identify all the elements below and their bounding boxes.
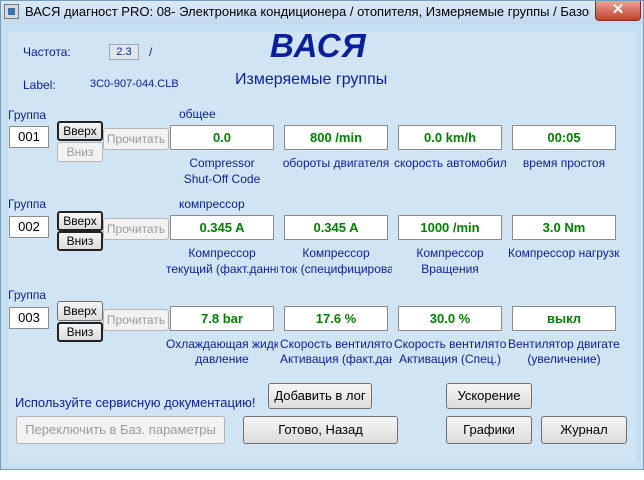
group-2-label: Группа [8,197,47,211]
group-3-read-button[interactable]: Прочитать [103,309,169,331]
group-2-read-button[interactable]: Прочитать [103,218,169,240]
group-1-value-2: 800 /min [284,125,388,150]
service-doc-notice: Используйте сервисную документацию! [15,395,256,410]
frequency-value: 2.3 [109,44,139,60]
group-3-caption-2b: Активация (факт.данные) [280,352,392,366]
group-3-caption-3a: Скорость вентилятора радиатора [394,337,506,351]
group-2-caption-4a: Компрессор нагрузка [508,246,620,260]
group-2-value-4: 3.0 Nm [512,215,616,240]
group-3-caption-4b: (увеличение) [527,352,601,366]
group-1-value-4: 00:05 [512,125,616,150]
group-3-value-2: 17.6 % [284,306,388,331]
group-2-caption-3a: Компрессор [416,246,484,260]
group-1-caption-1a: Compressor [189,156,255,170]
group-1-value-1: 0.0 [170,125,274,150]
frequency-label: Частота: [23,45,71,59]
client-area: Частота: 2.3 / Label: 3C0-907-044.CLB ВА… [8,27,636,463]
group-2-caption-1a: Компрессор [188,246,256,260]
done-back-button[interactable]: Готово, Назад [243,416,398,444]
group-3-caption-1a: Охлаждающая жидкость [166,337,278,351]
group-1-label: Группа [8,108,47,122]
group-3-caption-1b: давление [195,352,249,366]
group-2-header: компрессор [179,197,245,211]
group-1-header: общее [179,107,216,121]
group-2-down-button[interactable]: Вниз [57,231,103,251]
group-3-value-4: выкл [512,306,616,331]
label-caption: Label: [23,78,56,92]
group-1-value-3: 0.0 km/h [398,125,502,150]
group-3-caption-3b: Активация (Спец.) [399,352,501,366]
group-2-caption-1b: текущий (факт.данные) [166,262,278,276]
group-1-up-button[interactable]: Вверх [57,121,103,141]
frequency-separator: / [149,45,153,59]
group-2-value-2: 0.345 A [284,215,388,240]
graphs-button[interactable]: Графики [446,416,532,444]
group-3-value-3: 30.0 % [398,306,502,331]
group-1-number[interactable]: 001 [9,126,49,148]
journal-button[interactable]: Журнал [541,416,627,444]
group-3-caption-4a: Вентилятор двигателя Скорость [508,337,620,351]
group-1-caption-3a: скорость автомобиля [394,156,506,170]
window-title: ВАСЯ диагност PRO: 08- Электроника конди… [25,4,590,19]
group-3-caption-2a: Скорость вентилятора радиатора [280,337,392,351]
app-logo: ВАСЯ [270,27,367,64]
group-3-number[interactable]: 003 [9,307,49,329]
group-1-read-button[interactable]: Прочитать [103,128,169,150]
group-3-label: Группа [8,288,47,302]
desktop-strip [0,470,644,480]
group-2-number[interactable]: 002 [9,216,49,238]
group-2-value-3: 1000 /min [398,215,502,240]
group-1-caption-4a: время простоя [522,156,606,170]
group-1-down-button[interactable]: Вниз [57,142,103,162]
main-window: ВАСЯ диагност PRO: 08- Электроника конди… [0,0,644,470]
group-1-caption-1b: Shut-Off Code [183,172,261,186]
group-1-caption-2a: обороты двигателя [282,156,390,170]
app-icon[interactable] [4,4,19,19]
group-2-value-1: 0.345 A [170,215,274,240]
group-3-down-button[interactable]: Вниз [57,322,103,342]
add-to-log-button[interactable]: Добавить в лог [268,383,372,409]
group-2-up-button[interactable]: Вверх [57,211,103,231]
group-3-value-1: 7.8 bar [170,306,274,331]
page-title: Измеряемые группы [235,71,388,88]
close-button[interactable]: ✕ [595,1,641,21]
group-2-caption-3b: Вращения [421,262,479,276]
switch-basic-params-button[interactable]: Переключить в Баз. параметры [16,416,225,444]
group-2-caption-2a: Компрессор [302,246,370,260]
acceleration-button[interactable]: Ускорение [446,383,532,409]
group-3-up-button[interactable]: Вверх [57,301,103,321]
title-bar[interactable]: ВАСЯ диагност PRO: 08- Электроника конди… [1,1,643,24]
group-2-caption-2b: ток (специфицированный) [280,262,392,276]
label-value: 3C0-907-044.CLB [90,78,179,90]
